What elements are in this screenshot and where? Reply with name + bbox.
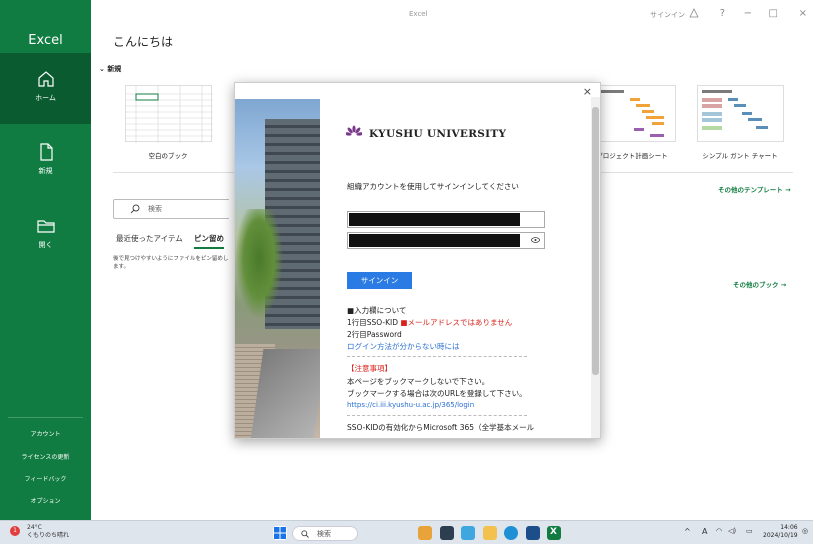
greeting: こんにちは bbox=[113, 35, 174, 49]
new-section-label: 新規 bbox=[107, 65, 122, 73]
template-simple-gantt[interactable]: シンプル ガント チャート bbox=[685, 85, 795, 160]
password-field[interactable] bbox=[347, 232, 545, 249]
new-section-header[interactable]: ⌄ 新規 bbox=[99, 64, 121, 74]
sidebar-item-home[interactable]: ホーム bbox=[0, 53, 91, 124]
home-icon bbox=[37, 71, 54, 87]
more-templates-link[interactable]: その他のテンプレート → bbox=[718, 184, 791, 194]
windows-start-icon[interactable] bbox=[273, 526, 287, 540]
line2-note: 2行目Password bbox=[347, 330, 402, 339]
scrollbar-thumb[interactable] bbox=[592, 107, 599, 375]
weather-widget[interactable]: 1 24°C くもりのち晴れ bbox=[10, 524, 69, 540]
sidebar-item-feedback[interactable]: フィードバック bbox=[0, 474, 91, 483]
tab-pinned[interactable]: ピン留め bbox=[194, 233, 224, 249]
folder-icon bbox=[36, 220, 55, 233]
input-info-heading: ■入力欄について bbox=[347, 306, 407, 315]
window-title: Excel bbox=[409, 10, 428, 18]
weather-condition: くもりのち晴れ bbox=[27, 532, 70, 539]
notice-heading: 【注意事項】 bbox=[347, 364, 392, 373]
taskbar-search[interactable]: 検索 bbox=[292, 526, 358, 541]
bookmark-url-link[interactable]: https://ci.iii.kyushu-u.ac.jp/365/login bbox=[347, 401, 474, 409]
more-books-link[interactable]: その他のブック → bbox=[733, 279, 786, 289]
task-view-icon[interactable] bbox=[440, 526, 454, 540]
copilot-icon[interactable] bbox=[418, 526, 432, 540]
template-label: プロジェクト計画シート bbox=[596, 152, 668, 160]
sidebar-item-label: 新規 bbox=[38, 167, 53, 175]
restore-button[interactable]: □ bbox=[769, 8, 778, 19]
search-icon bbox=[301, 530, 309, 538]
template-label: 空白のブック bbox=[148, 152, 188, 160]
tray-chevron-icon[interactable]: ^ bbox=[684, 527, 691, 536]
notification-bell-icon[interactable]: ◎ bbox=[802, 527, 808, 535]
clock-date: 2024/10/19 bbox=[763, 532, 798, 539]
university-name: KYUSHU UNIVERSITY bbox=[369, 128, 507, 140]
minimize-button[interactable]: − bbox=[744, 8, 752, 19]
edge-icon[interactable] bbox=[461, 526, 475, 540]
sidebar: Excel ホーム 新規 開く アカウント ライセンスの更新 フィードバック オ… bbox=[0, 0, 91, 520]
tab-recent[interactable]: 最近使ったアイテム bbox=[116, 234, 183, 243]
coauthor-icon[interactable] bbox=[689, 8, 699, 21]
signin-link[interactable]: サインイン bbox=[650, 10, 685, 20]
wifi-icon[interactable]: ◠ bbox=[716, 527, 722, 535]
sidebar-item-open[interactable]: 開く bbox=[0, 200, 91, 271]
app-name: Excel bbox=[28, 33, 63, 48]
project-plan-thumbnail bbox=[588, 85, 676, 142]
title-bar: Excel サインイン ? − □ × bbox=[91, 0, 813, 30]
notice-line-1: 本ページをブックマークしないで下さい。 bbox=[347, 377, 490, 386]
taskbar: 1 24°C くもりのち晴れ 検索 X ^ A ◠ ◁) ▭ 14:06 202… bbox=[0, 520, 813, 544]
sidebar-item-license[interactable]: ライセンスの更新 bbox=[0, 452, 91, 461]
campus-photo bbox=[235, 99, 320, 438]
sidebar-item-account[interactable]: アカウント bbox=[0, 429, 91, 438]
redacted-value bbox=[349, 213, 520, 226]
sidebar-divider bbox=[8, 417, 83, 418]
line1-warning: ■メールアドレスではありません bbox=[400, 318, 513, 327]
search-icon bbox=[130, 204, 140, 214]
volume-icon[interactable]: ◁) bbox=[728, 527, 736, 535]
chrome-icon[interactable] bbox=[504, 526, 518, 540]
dialog-scrollbar[interactable] bbox=[591, 97, 600, 438]
footer-text: SSO-KIDの有効化からMicrosoft 365（全学基本メール bbox=[347, 423, 535, 432]
signin-prompt: 組織アカウントを使用してサインインしてください bbox=[347, 182, 519, 191]
close-window-button[interactable]: × bbox=[799, 8, 807, 19]
signin-dialog: × KYUSHU UNIVERSITY 組織アカウントを使用してサインインしてく… bbox=[234, 82, 601, 439]
pinned-hint: 後で見つけやすいようにファイルをピン留めします。 bbox=[113, 256, 229, 270]
sidebar-item-options[interactable]: オプション bbox=[0, 496, 91, 505]
sidebar-item-new[interactable]: 新規 bbox=[0, 126, 91, 197]
temperature: 24°C bbox=[27, 524, 42, 531]
ime-indicator[interactable]: A bbox=[702, 527, 707, 536]
show-password-icon[interactable] bbox=[531, 237, 540, 245]
file-explorer-icon[interactable] bbox=[483, 526, 497, 540]
line1-note: 1行目SSO-KID ■メールアドレスではありません bbox=[347, 317, 512, 328]
excel-taskbar-icon[interactable]: X bbox=[547, 526, 561, 540]
taskbar-clock[interactable]: 14:06 2024/10/19 bbox=[763, 524, 798, 540]
clock-time: 14:06 bbox=[780, 524, 798, 531]
search-placeholder: 検索 bbox=[148, 205, 162, 213]
help-button[interactable]: ? bbox=[720, 8, 725, 19]
blank-workbook-thumbnail bbox=[124, 85, 213, 143]
sidebar-item-label: 開く bbox=[38, 241, 53, 249]
search-input[interactable]: 検索 bbox=[113, 199, 229, 219]
divider bbox=[347, 356, 527, 357]
sidebar-item-label: ホーム bbox=[35, 94, 56, 102]
gantt-chart-thumbnail bbox=[696, 85, 784, 142]
login-help-link[interactable]: ログイン方法が分からない時には bbox=[347, 341, 460, 352]
redacted-value bbox=[349, 234, 520, 247]
template-blank-workbook[interactable]: 空白のブック bbox=[113, 85, 223, 160]
line1-prefix: 1行目SSO-KID bbox=[347, 318, 399, 327]
sso-kid-field[interactable] bbox=[347, 211, 545, 228]
new-file-icon bbox=[39, 143, 53, 161]
divider bbox=[347, 415, 527, 416]
university-logo-icon bbox=[346, 125, 362, 136]
signin-button[interactable]: サインイン bbox=[347, 272, 412, 289]
template-label: シンプル ガント チャート bbox=[702, 152, 778, 160]
notice-line-2: ブックマークする場合は次のURLを登録して下さい。 bbox=[347, 389, 527, 398]
store-icon[interactable] bbox=[526, 526, 540, 540]
file-tabs: 最近使ったアイテム ピン留め bbox=[116, 233, 224, 249]
taskbar-search-label: 検索 bbox=[317, 530, 331, 538]
notification-badge: 1 bbox=[10, 526, 20, 536]
battery-icon[interactable]: ▭ bbox=[746, 527, 753, 535]
